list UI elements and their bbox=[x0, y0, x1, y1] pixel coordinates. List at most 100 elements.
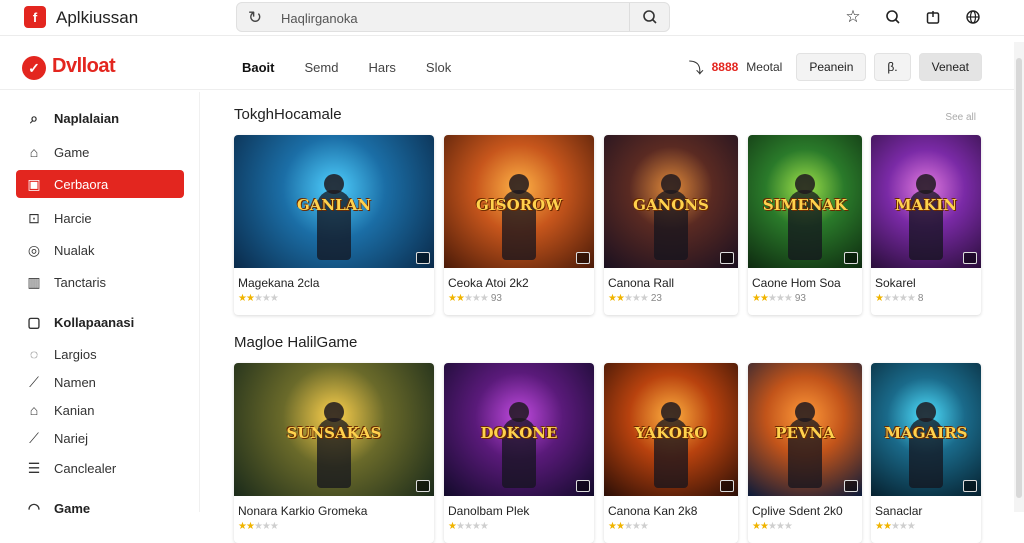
game-name: Caone Hom Soa bbox=[752, 276, 841, 290]
star-icon: ★ bbox=[245, 293, 255, 304]
sidebar-item-5[interactable]: ▥ Tanctaris bbox=[16, 268, 184, 296]
star-icon: ★ bbox=[759, 521, 769, 532]
game-card[interactable]: YAKORO Canona Kan 2k8 ★★★★★ bbox=[604, 363, 738, 543]
top-bar: f Aplkiussan ↻ ☆ bbox=[0, 0, 1024, 36]
game-card[interactable]: GANONS Canona Rall ★★★★★ 23 bbox=[604, 135, 738, 315]
star-icon: ★ bbox=[752, 521, 761, 532]
secondary-action-button[interactable]: Veneat bbox=[918, 53, 982, 81]
rating-count: 8 bbox=[917, 293, 924, 304]
sidebar-item-8[interactable]: ⟋ Namen bbox=[16, 368, 184, 396]
sidebar-icon: ◎ bbox=[27, 241, 41, 258]
search-input[interactable] bbox=[281, 8, 611, 28]
tab-slok[interactable]: Slok bbox=[426, 60, 451, 75]
star-icon: ★ bbox=[448, 521, 457, 532]
game-thumbnail[interactable]: PEVNA bbox=[748, 363, 862, 496]
star-icon: ★ bbox=[639, 521, 649, 532]
sidebar-item-label: Namen bbox=[54, 374, 96, 390]
game-thumbnail[interactable]: GISOROW bbox=[444, 135, 594, 268]
game-art-title: MAKIN bbox=[894, 196, 957, 215]
game-thumbnail[interactable]: YAKORO bbox=[604, 363, 738, 496]
star-icon: ★ bbox=[890, 293, 900, 304]
sidebar-icon: ⊡ bbox=[28, 209, 40, 226]
game-card[interactable]: DOKONE Danolbam Plek ★★★★★ bbox=[444, 363, 594, 543]
section-title: TokghHocamale bbox=[234, 106, 342, 123]
sidebar-item-6[interactable]: ▢ Kollapaanasi bbox=[16, 308, 184, 336]
game-card[interactable]: MAGAIRS Sanaclar ★★★★★ bbox=[871, 363, 981, 543]
platform-icon bbox=[844, 480, 858, 492]
search-icon[interactable] bbox=[882, 6, 904, 28]
game-thumbnail[interactable]: MAKIN bbox=[871, 135, 981, 268]
sidebar-item-4[interactable]: ◎ Nualak bbox=[16, 236, 184, 264]
star-icon: ★ bbox=[253, 293, 263, 304]
sidebar-item-3[interactable]: ⊡ Harcie bbox=[16, 204, 184, 232]
menu-button[interactable]: β. bbox=[874, 53, 911, 81]
hero-head bbox=[509, 174, 529, 194]
sidebar-item-9[interactable]: ⌂ Kanian bbox=[16, 396, 184, 424]
game-card[interactable]: GISOROW Ceoka Atoi 2k2 ★★★★★ 93 bbox=[444, 135, 594, 315]
tab-baoit[interactable]: Baoit bbox=[242, 60, 275, 75]
bag-icon[interactable] bbox=[922, 6, 944, 28]
search-bar: ↻ bbox=[236, 2, 670, 32]
tab-list: Baoit Semd Hars Slok bbox=[242, 60, 451, 75]
star-icon: ★ bbox=[269, 521, 279, 532]
sidebar-item-12[interactable]: ◠ Game bbox=[16, 494, 184, 522]
hero-head bbox=[661, 402, 681, 422]
tab-semd[interactable]: Semd bbox=[305, 60, 339, 75]
nav-bar: ✓ Dvlloat Baoit Semd Hars Slok ⤵ 8888 Me… bbox=[0, 42, 1024, 90]
star-icon: ★ bbox=[759, 293, 769, 304]
game-thumbnail[interactable]: DOKONE bbox=[444, 363, 594, 496]
coin-badge: 8888 bbox=[711, 60, 739, 74]
globe-icon[interactable] bbox=[962, 6, 984, 28]
star-rating: ★★★★★ bbox=[608, 521, 649, 532]
sidebar-item-label: Naplalaian bbox=[54, 110, 120, 126]
refresh-icon[interactable]: ↻ bbox=[245, 8, 265, 28]
section-title: Magloe HalilGame bbox=[234, 334, 358, 351]
star-icon: ★ bbox=[615, 293, 625, 304]
game-thumbnail[interactable]: SUNSAKAS bbox=[234, 363, 434, 496]
sidebar-icon: ⌂ bbox=[29, 402, 39, 418]
game-card[interactable]: SUNSAKAS Nonara Karkio Gromeka ★★★★★ bbox=[234, 363, 434, 543]
game-thumbnail[interactable]: MAGAIRS bbox=[871, 363, 981, 496]
sidebar-item-10[interactable]: ⟋ Nariej bbox=[16, 424, 184, 452]
star-rating: ★★★★★ bbox=[448, 521, 489, 532]
sidebar-item-1[interactable]: ⌂ Game bbox=[16, 138, 184, 166]
hero-head bbox=[795, 174, 815, 194]
hero-head bbox=[509, 402, 529, 422]
see-all-link[interactable]: See all bbox=[945, 112, 976, 123]
primary-action-button[interactable]: Peanein bbox=[796, 53, 867, 81]
app-logo-icon[interactable]: f bbox=[24, 6, 46, 28]
star-rating: ★★★★★ bbox=[238, 293, 279, 304]
hero-head bbox=[916, 402, 936, 422]
star-icon[interactable]: ☆ bbox=[842, 6, 864, 28]
scrollbar-thumb[interactable] bbox=[1016, 58, 1022, 498]
game-thumbnail[interactable]: GANONS bbox=[604, 135, 738, 268]
sidebar-item-11[interactable]: ☰ Canclealer bbox=[16, 454, 184, 482]
brand-name[interactable]: Dvlloat bbox=[52, 55, 116, 78]
star-rating: ★★★★★ bbox=[238, 521, 279, 532]
star-icon: ★ bbox=[608, 521, 617, 532]
star-icon: ★ bbox=[623, 293, 633, 304]
star-rating: ★★★★★ 23 bbox=[608, 293, 662, 304]
game-card[interactable]: SIMENAK Caone Hom Soa ★★★★★ 93 bbox=[748, 135, 862, 315]
platform-icon bbox=[963, 480, 977, 492]
scrollbar[interactable] bbox=[1014, 42, 1024, 512]
brand-logo-icon[interactable]: ✓ bbox=[22, 56, 46, 80]
game-card[interactable]: PEVNA Cplive Sdent 2k0 ★★★★★ bbox=[748, 363, 862, 543]
game-art-title: GANONS bbox=[633, 196, 709, 215]
sidebar-item-7[interactable]: ◌ Largios bbox=[16, 340, 184, 368]
game-card[interactable]: GANLAN Magekana 2cla ★★★★★ bbox=[234, 135, 434, 315]
game-name: Canona Kan 2k8 bbox=[608, 504, 698, 518]
sidebar-item-label: Canclealer bbox=[54, 460, 117, 476]
sidebar-item-0[interactable]: ⌕ Naplalaian bbox=[16, 104, 184, 132]
tab-hars[interactable]: Hars bbox=[368, 60, 395, 75]
platform-icon bbox=[576, 252, 590, 264]
search-button[interactable] bbox=[629, 3, 669, 31]
nav-label[interactable]: Meotal bbox=[746, 60, 782, 74]
game-card[interactable]: MAKIN Sokarel ★★★★★ 8 bbox=[871, 135, 981, 315]
game-thumbnail[interactable]: GANLAN bbox=[234, 135, 434, 268]
sidebar-item-2[interactable]: ▣ Cerbaora bbox=[16, 170, 184, 198]
tool-icon[interactable]: ⤵ bbox=[689, 57, 704, 78]
game-thumbnail[interactable]: SIMENAK bbox=[748, 135, 862, 268]
game-name: Cplive Sdent 2k0 bbox=[752, 504, 843, 518]
game-art-title: YAKORO bbox=[634, 424, 708, 443]
